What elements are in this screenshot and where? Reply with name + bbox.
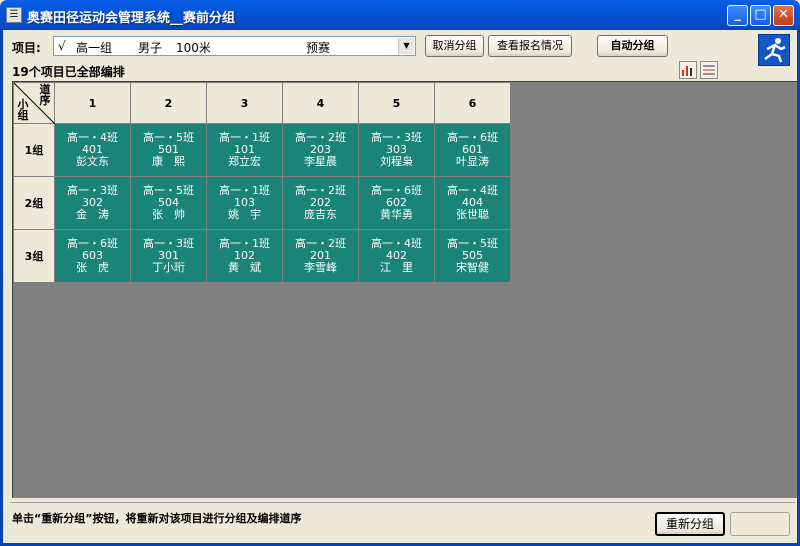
project-event: 100米 bbox=[176, 41, 211, 55]
status-hint: 单击“重新分组”按钮，将重新对该项目进行分组及编排道序 bbox=[12, 512, 302, 525]
group-row: 2组 高一・3班 302 金 涛 高一・5班 504 张 帅 高一・1班 103 姚 宇 高… bbox=[13, 176, 511, 230]
athlete-cell[interactable]: 高一・2班 203 李星晨 bbox=[282, 123, 359, 177]
athlete-name: 郑立宏 bbox=[228, 155, 261, 168]
group-row: 3组 高一・6班 603 张 虎 高一・3班 301 丁小珩 高一・1班 102 黄 斌 高… bbox=[13, 229, 511, 283]
athlete-name: 康 熙 bbox=[152, 155, 185, 168]
summary-text: 19个项目已全部编排 bbox=[12, 65, 125, 79]
runner-logo-icon bbox=[758, 34, 790, 66]
lane-header: 4 bbox=[282, 82, 359, 124]
project-select[interactable]: √ 高一组 男子 100米 预赛 ▼ bbox=[53, 36, 416, 56]
athlete-cell[interactable]: 高一・4班 402 江 里 bbox=[358, 229, 435, 283]
corner-group-label: 小组 bbox=[17, 98, 29, 122]
athlete-cell[interactable]: 高一・6班 603 张 虎 bbox=[54, 229, 131, 283]
maximize-button[interactable]: □ bbox=[750, 5, 771, 26]
athlete-cell[interactable]: 高一・1班 101 郑立宏 bbox=[206, 123, 283, 177]
athlete-name: 李星晨 bbox=[304, 155, 337, 168]
athlete-cell[interactable]: 高一・6班 601 叶显涛 bbox=[434, 123, 511, 177]
window-title: 奥赛田径运动会管理系统__赛前分组 bbox=[27, 11, 236, 26]
group-header: 1组 bbox=[13, 123, 55, 177]
regroup-button[interactable]: 重新分组 bbox=[655, 512, 725, 536]
group-row: 1组 高一・4班 401 彭文东 高一・5班 501 康 熙 高一・1班 101 郑立宏 高… bbox=[13, 123, 511, 177]
group-header: 3组 bbox=[13, 229, 55, 283]
athlete-name: 庞吉东 bbox=[304, 208, 337, 221]
athlete-cell[interactable]: 高一・1班 102 黄 斌 bbox=[206, 229, 283, 283]
athlete-cell[interactable]: 高一・2班 201 李雪峰 bbox=[282, 229, 359, 283]
athlete-cell[interactable]: 高一・4班 401 彭文东 bbox=[54, 123, 131, 177]
app-icon[interactable]: ☰ bbox=[6, 7, 22, 23]
athlete-name: 黄 斌 bbox=[228, 261, 261, 274]
title-bar: ☰ 奥赛田径运动会管理系统__赛前分组 _ □ ✕ bbox=[0, 0, 800, 30]
list-icon[interactable] bbox=[700, 61, 718, 79]
auto-group-button[interactable]: 自动分组 bbox=[597, 35, 668, 57]
lane-header: 2 bbox=[130, 82, 207, 124]
athlete-cell[interactable]: 高一・5班 504 张 帅 bbox=[130, 176, 207, 230]
athlete-name: 黄华勇 bbox=[380, 208, 413, 221]
athlete-cell[interactable]: 高一・2班 202 庞吉东 bbox=[282, 176, 359, 230]
athlete-cell[interactable]: 高一・3班 303 刘程枭 bbox=[358, 123, 435, 177]
project-grade: 高一组 bbox=[76, 41, 113, 55]
athlete-cell[interactable]: 高一・3班 301 丁小珩 bbox=[130, 229, 207, 283]
status-divider bbox=[10, 502, 795, 503]
project-gender: 男子 bbox=[138, 41, 163, 55]
secondary-button[interactable] bbox=[730, 512, 790, 536]
athlete-name: 宋智健 bbox=[456, 261, 489, 274]
corner-lane-label: 道序 bbox=[39, 83, 51, 107]
close-button[interactable]: ✕ bbox=[773, 5, 794, 26]
athlete-name: 张 帅 bbox=[152, 208, 185, 221]
athlete-cell[interactable]: 高一・6班 602 黄华勇 bbox=[358, 176, 435, 230]
cancel-group-button[interactable]: 取消分组 bbox=[425, 35, 484, 57]
athlete-cell[interactable]: 高一・5班 501 康 熙 bbox=[130, 123, 207, 177]
project-round: 预赛 bbox=[306, 41, 331, 55]
view-registration-button[interactable]: 查看报名情况 bbox=[488, 35, 572, 57]
athlete-name: 叶显涛 bbox=[456, 155, 489, 168]
athlete-name: 彭文东 bbox=[76, 155, 109, 168]
grid-corner: 道序 小组 bbox=[13, 82, 55, 124]
athlete-cell[interactable]: 高一・3班 302 金 涛 bbox=[54, 176, 131, 230]
window-frame-left bbox=[0, 30, 3, 546]
athlete-cell[interactable]: 高一・5班 505 宋智健 bbox=[434, 229, 511, 283]
lane-grid: 道序 小组 1 2 3 4 5 6 1组 高一・4班 401 彭文东 高一・5班 50… bbox=[13, 82, 511, 283]
athlete-name: 张 虎 bbox=[76, 261, 109, 274]
athlete-cell[interactable]: 高一・4班 404 张世聪 bbox=[434, 176, 511, 230]
chart-icon[interactable] bbox=[679, 61, 697, 79]
lane-header: 3 bbox=[206, 82, 283, 124]
project-check: √ bbox=[58, 39, 66, 53]
lane-header: 1 bbox=[54, 82, 131, 124]
athlete-name: 刘程枭 bbox=[380, 155, 413, 168]
group-header: 2组 bbox=[13, 176, 55, 230]
athlete-name: 丁小珩 bbox=[152, 261, 185, 274]
athlete-name: 张世聪 bbox=[456, 208, 489, 221]
athlete-name: 李雪峰 bbox=[304, 261, 337, 274]
athlete-name: 金 涛 bbox=[76, 208, 109, 221]
minimize-button[interactable]: _ bbox=[727, 5, 748, 26]
lane-header: 5 bbox=[358, 82, 435, 124]
chevron-down-icon[interactable]: ▼ bbox=[398, 38, 414, 54]
lane-header: 6 bbox=[434, 82, 511, 124]
athlete-name: 姚 宇 bbox=[228, 208, 261, 221]
athlete-name: 江 里 bbox=[380, 261, 413, 274]
project-label: 项目: bbox=[12, 41, 41, 55]
athlete-cell[interactable]: 高一・1班 103 姚 宇 bbox=[206, 176, 283, 230]
